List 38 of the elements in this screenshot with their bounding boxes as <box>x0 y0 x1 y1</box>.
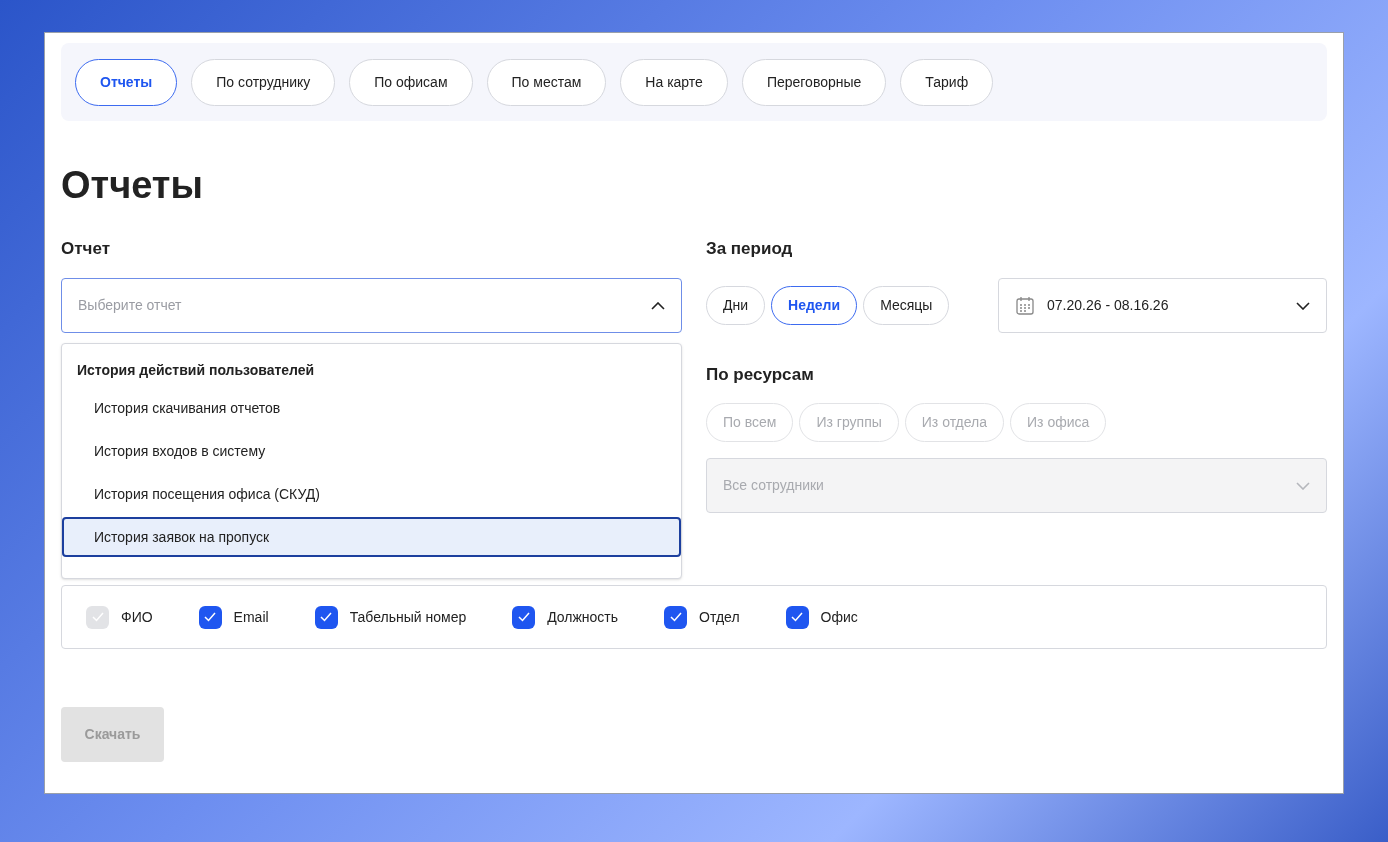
menu-group-heading: История действий пользователей <box>76 361 316 380</box>
menu-item[interactable]: История входов в систему <box>62 431 681 471</box>
chevron-down-icon <box>1296 301 1310 310</box>
chevron-up-icon <box>651 301 665 310</box>
check-icon <box>91 612 104 622</box>
tab[interactable]: По офисам <box>349 58 473 106</box>
checkbox-label: Офис <box>820 607 858 627</box>
checkbox[interactable] <box>512 605 536 629</box>
menu-item[interactable]: История заявок на пропуск <box>62 517 681 557</box>
checkbox-label: Табельный номер <box>349 607 467 627</box>
checkbox[interactable] <box>198 605 222 629</box>
field-label: Отчет <box>61 238 111 260</box>
field-label: За период <box>706 238 794 260</box>
checkbox[interactable] <box>785 605 809 629</box>
check-icon <box>669 612 682 622</box>
checkbox-label: Отдел <box>699 607 740 627</box>
check-icon <box>517 612 530 622</box>
date-range-field[interactable]: 07.20.26 - 08.16.26 <box>998 278 1327 333</box>
menu-item[interactable]: История скачивания отчетов <box>62 388 681 428</box>
tab[interactable]: По сотруднику <box>191 58 336 106</box>
check-icon <box>204 612 217 622</box>
check-icon <box>320 612 333 622</box>
tab[interactable]: Отчеты <box>75 58 178 106</box>
tab[interactable]: Тариф <box>900 58 994 106</box>
checkbox[interactable] <box>314 605 338 629</box>
tab[interactable]: На карте <box>620 58 728 106</box>
menu-item[interactable]: История посещения офиса (СКУД) <box>62 474 681 514</box>
checkbox-label: Email <box>233 607 269 627</box>
tab[interactable]: По местам <box>486 58 607 106</box>
tab[interactable]: Переговорные <box>741 58 887 106</box>
chevron-down-icon <box>1296 481 1310 490</box>
calendar-icon <box>1015 295 1035 316</box>
checkbox-label: ФИО <box>121 607 153 627</box>
checkbox-label: Должность <box>547 607 619 627</box>
checkbox[interactable] <box>664 605 688 629</box>
field-label: По ресурсам <box>706 364 815 386</box>
check-icon <box>791 612 804 622</box>
page-title: Отчеты <box>61 163 204 208</box>
